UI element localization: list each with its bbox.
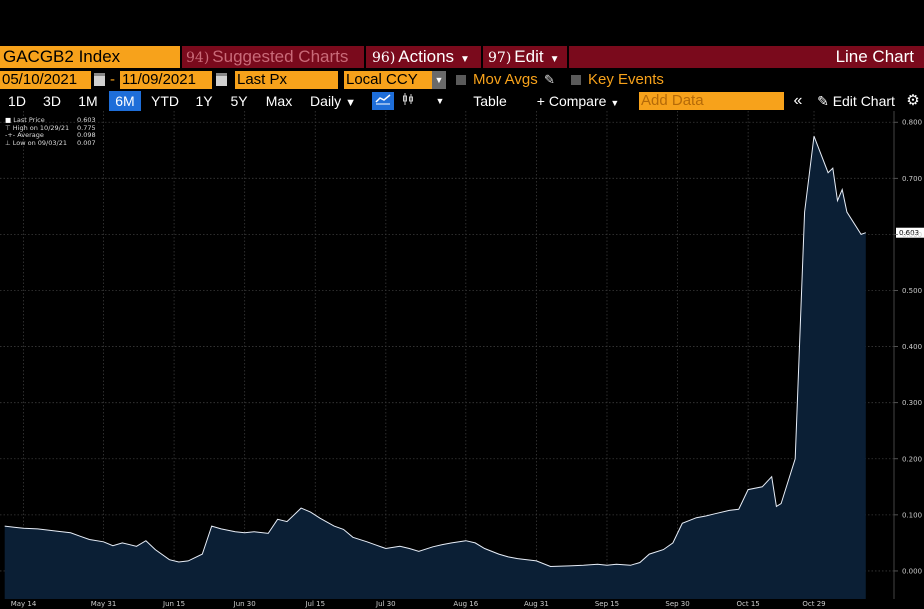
compare-button[interactable]: + Compare ▼ — [530, 91, 626, 111]
y-tick-label: 0.000 — [902, 567, 922, 575]
mov-avgs-checkbox[interactable] — [456, 75, 466, 85]
key-events-label[interactable]: Key Events — [588, 70, 664, 90]
frequency-label: Daily — [310, 93, 342, 109]
caret-down-icon: ▼ — [549, 54, 560, 65]
y-tick-label: 0.600 — [902, 231, 922, 239]
range-button-1m[interactable]: 1M — [73, 91, 103, 111]
add-data-input[interactable]: Add Data — [639, 92, 784, 110]
header-divider — [567, 46, 569, 68]
y-tick-label: 0.300 — [902, 399, 922, 407]
y-axis: 0.000 0.100 0.200 0.300 0.400 0.500 0.600 0.700… — [893, 111, 922, 599]
x-tick-label: May 14 — [11, 600, 37, 608]
y-tick-label: 0.100 — [902, 511, 922, 519]
range-button-6m[interactable]: 6M — [109, 91, 141, 111]
y-tick-label: 0.800 — [902, 119, 922, 127]
security-ticker[interactable]: GACGB2 Index — [0, 46, 180, 68]
legend-low: ⊥ Low on 09/03/21 0.007 — [5, 138, 96, 147]
caret-down-icon: ▼ — [345, 97, 356, 109]
range-button-3d[interactable]: 3D — [37, 91, 67, 111]
settings-gear-icon[interactable]: ⚙ — [903, 91, 923, 111]
series-area-last-price — [4, 136, 866, 599]
range-toolbar: 1D 3D 1M 6M YTD 1Y 5Y Max Daily ▼ ▼ Tabl… — [0, 91, 924, 111]
chart-type-dropdown-icon[interactable]: ▼ — [432, 92, 448, 110]
key-events-checkbox[interactable] — [571, 75, 581, 85]
header-divider — [364, 46, 366, 68]
frequency-select[interactable]: Daily ▼ — [303, 91, 363, 111]
header-divider — [180, 46, 182, 68]
x-tick-label: Jun 30 — [233, 600, 256, 608]
suggested-charts-menu[interactable]: 94) Suggested Charts — [186, 46, 348, 68]
chart-series: 0.603 — [4, 136, 924, 599]
edit-label: Edit — [514, 47, 544, 66]
table-button[interactable]: Table — [466, 91, 514, 111]
x-tick-label: Oct 29 — [802, 600, 825, 608]
pencil-icon[interactable]: ✎ — [544, 70, 555, 90]
range-button-ytd[interactable]: YTD — [146, 91, 184, 111]
actions-number: 96) — [372, 50, 396, 66]
x-axis: May 14 May 31 Jun 15 Jun 30 Jul 15 Jul 30 Aug … — [11, 600, 826, 608]
suggested-charts-number: 94) — [186, 50, 210, 66]
series-line-last-price — [4, 136, 866, 568]
legend-low-label: Low on 09/03/21 — [12, 138, 67, 147]
suggested-charts-label: Suggested Charts — [212, 47, 349, 66]
edit-chart-button[interactable]: ✎ Edit Chart — [812, 91, 900, 111]
actions-menu[interactable]: 96) Actions ▼ — [372, 46, 470, 68]
edit-menu[interactable]: 97) Edit ▼ — [488, 46, 559, 68]
y-tick-label: 0.200 — [902, 455, 922, 463]
header-divider — [481, 46, 483, 68]
line-chart-plot[interactable]: 0.603 0.000 0.100 0.200 0.300 0.400 0.500 0.60… — [0, 111, 924, 609]
actions-label: Actions — [398, 47, 455, 66]
caret-down-icon: ▼ — [610, 98, 620, 108]
chart-header-bar: GACGB2 Index 94) Suggested Charts 96) Acti… — [0, 46, 924, 68]
x-tick-label: Aug 16 — [453, 600, 478, 608]
y-tick-label: 0.500 — [902, 287, 922, 295]
range-button-1y[interactable]: 1Y — [190, 91, 218, 111]
y-tick-label: 0.700 — [902, 175, 922, 183]
x-tick-label: Jul 30 — [375, 600, 396, 608]
collapse-double-chevron-icon[interactable]: « — [788, 91, 808, 111]
mov-avgs-label[interactable]: Mov Avgs — [473, 70, 538, 90]
x-tick-label: Jun 15 — [162, 600, 185, 608]
x-tick-label: Sep 30 — [665, 600, 689, 608]
date-range-separator: - — [110, 71, 115, 88]
compare-label: Compare — [548, 93, 607, 109]
range-button-5y[interactable]: 5Y — [224, 91, 254, 111]
x-tick-label: Sep 15 — [595, 600, 619, 608]
edit-number: 97) — [488, 50, 512, 66]
candlestick-icon[interactable] — [398, 92, 418, 110]
x-tick-label: Aug 31 — [524, 600, 549, 608]
y-tick-label: 0.400 — [902, 343, 922, 351]
chart-legend: ■ Last Price 0.603 ⊤ High on 10/29/21 0.77… — [5, 116, 96, 147]
x-tick-label: Jul 15 — [304, 600, 325, 608]
x-tick-label: May 31 — [91, 600, 117, 608]
edit-chart-label: Edit Chart — [832, 93, 895, 109]
legend-low-value: 0.007 — [77, 138, 96, 147]
x-tick-label: Oct 15 — [737, 600, 760, 608]
parameter-bar: 05/10/2021 - 11/09/2021 Last Px Local CC… — [0, 70, 924, 90]
pencil-icon: ✎ — [817, 93, 829, 109]
start-date-field[interactable]: 05/10/2021 — [0, 71, 91, 89]
range-button-max[interactable]: Max — [261, 91, 297, 111]
plus-icon: + — [536, 93, 545, 109]
price-field-select[interactable]: Last Px — [235, 71, 338, 89]
range-button-1d[interactable]: 1D — [2, 91, 32, 111]
line-chart-icon[interactable] — [372, 92, 394, 110]
caret-down-icon: ▼ — [460, 54, 470, 65]
currency-dropdown-icon[interactable]: ▼ — [432, 71, 446, 89]
currency-select[interactable]: Local CCY — [344, 71, 432, 89]
calendar-icon[interactable] — [216, 73, 227, 86]
calendar-icon[interactable] — [94, 73, 105, 86]
chart-type-title: Line Chart — [835, 47, 914, 66]
end-date-field[interactable]: 11/09/2021 — [120, 71, 212, 89]
